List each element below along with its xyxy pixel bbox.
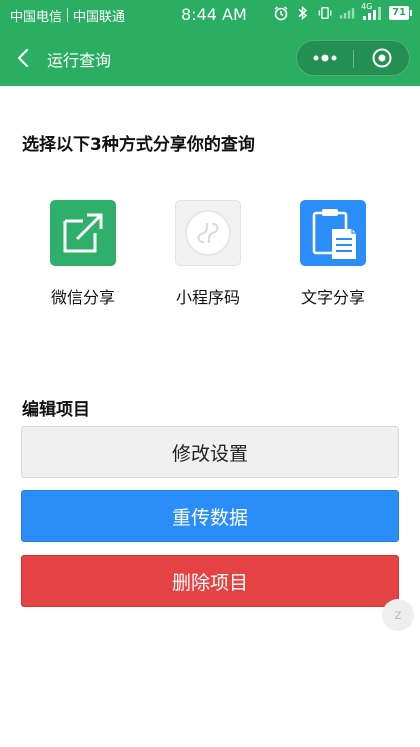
carrier-separator [67,8,69,22]
battery-icon: 71 [389,6,412,20]
target-circle-icon[interactable] [354,41,410,75]
share-option-text[interactable]: 文字分享 [278,200,388,310]
share-out-icon [63,213,103,253]
clipboard-document-icon [312,209,356,259]
carriers: 中国电信 中国联通 [10,6,125,25]
modify-settings-button[interactable]: 修改设置 [21,426,399,478]
miniprogram-code-tile[interactable] [175,200,241,266]
share-option-label: 文字分享 [300,288,365,307]
nav-bar: 运行查询 [0,30,420,86]
share-option-label: 微信分享 [50,288,115,307]
vibrate-icon [317,5,333,21]
reupload-data-button[interactable]: 重传数据 [21,490,399,542]
wechat-share-tile[interactable] [50,200,116,266]
status-icons: 4G 71 [273,2,412,21]
floating-z-button[interactable]: z [382,599,414,631]
share-option-miniprogram[interactable]: 小程序码 [153,200,263,310]
status-time: 8:44 AM [181,5,247,24]
back-chevron-icon[interactable] [12,46,36,70]
more-dots-icon[interactable] [297,41,353,75]
capsule-menu [296,40,410,76]
wifi-signal-icon: 4G [361,2,383,21]
battery-level: 71 [389,6,409,20]
carrier-2: 中国联通 [73,9,126,25]
edit-heading: 编辑项目 [22,400,90,420]
bluetooth-icon [295,5,311,21]
share-heading: 选择以下3种方式分享你的查询 [22,135,255,155]
carrier-1: 中国电信 [10,9,63,25]
page-title: 运行查询 [47,51,112,70]
status-bar: 中国电信 中国联通 8:44 AM 4G 71 [0,0,420,30]
delete-project-button[interactable]: 删除项目 [21,555,399,607]
share-option-wechat[interactable]: 微信分享 [28,200,138,310]
share-option-label: 小程序码 [175,288,240,307]
alarm-icon [273,5,289,21]
signal-icon [339,5,355,21]
text-share-tile[interactable] [300,200,366,266]
network-type: 4G [361,2,373,11]
miniprogram-code-icon [185,210,231,256]
